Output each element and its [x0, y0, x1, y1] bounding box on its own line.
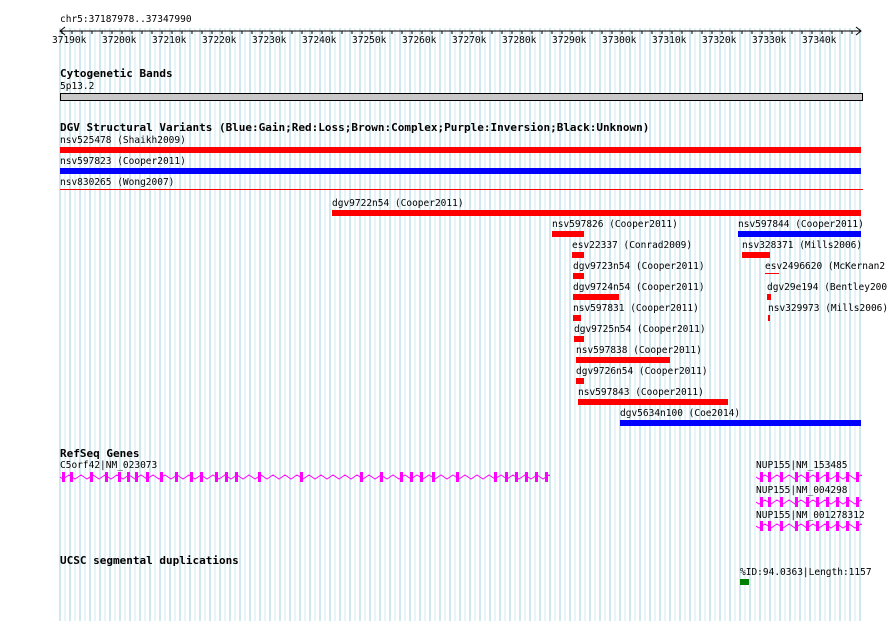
dgv-feature-label: nsv329973 (Mills2006) — [768, 303, 889, 314]
dgv-feature-label: nsv525478 (Shaikh2009) — [60, 135, 186, 146]
dgv-feature[interactable] — [332, 210, 861, 216]
dgv-feature[interactable] — [574, 336, 584, 342]
track-title-refseq: RefSeq Genes — [60, 447, 140, 460]
dgv-feature[interactable] — [573, 294, 619, 300]
ruler-tick-label: 37230k — [252, 35, 287, 46]
segdup-feature[interactable] — [740, 579, 749, 585]
ruler-tick-label: 37270k — [452, 35, 487, 46]
gene-model[interactable] — [756, 471, 862, 483]
cytoband-bar[interactable] — [60, 93, 863, 101]
dgv-feature[interactable] — [572, 252, 584, 258]
dgv-feature[interactable] — [620, 420, 861, 426]
gene-model[interactable] — [756, 520, 862, 532]
dgv-feature-label: nsv597843 (Cooper2011) — [578, 387, 704, 398]
dgv-feature[interactable] — [765, 273, 779, 274]
dgv-feature-label: nsv328371 (Mills2006) — [742, 240, 863, 251]
dgv-feature-label: dgv9723n54 (Cooper2011) — [573, 261, 705, 272]
cytoband-label: 5p13.2 — [60, 81, 95, 92]
dgv-feature-label: dgv9722n54 (Cooper2011) — [332, 198, 464, 209]
dgv-feature-label: esv22337 (Conrad2009) — [572, 240, 693, 251]
dgv-feature-label: nsv597826 (Cooper2011) — [552, 219, 678, 230]
dgv-feature[interactable] — [573, 315, 581, 321]
ruler-tick-label: 37210k — [152, 35, 187, 46]
ruler-tick-label: 37250k — [352, 35, 387, 46]
ruler-tick-label: 37190k — [52, 35, 87, 46]
dgv-feature-label: nsv597844 (Cooper2011) — [738, 219, 864, 230]
dgv-feature-label: nsv830265 (Wong2007) — [60, 177, 175, 188]
ruler-tick-label: 37310k — [652, 35, 687, 46]
dgv-feature[interactable] — [767, 294, 771, 300]
segdup-label: %ID:94.0363|Length:1157 — [740, 567, 872, 578]
ruler-tick-label: 37200k — [102, 35, 137, 46]
dgv-feature-label: nsv597823 (Cooper2011) — [60, 156, 186, 167]
dgv-feature[interactable] — [738, 231, 861, 237]
gene-model[interactable] — [60, 471, 550, 483]
dgv-feature[interactable] — [576, 357, 670, 363]
dgv-feature-label: dgv29e194 (Bentley200 — [767, 282, 888, 293]
dgv-feature[interactable] — [60, 147, 861, 153]
dgv-feature[interactable] — [60, 189, 863, 190]
ruler-tick-label: 37340k — [802, 35, 837, 46]
dgv-feature[interactable] — [60, 168, 861, 174]
track-title-segdup: UCSC segmental duplications — [60, 554, 239, 567]
dgv-feature-label: dgv9724n54 (Cooper2011) — [573, 282, 705, 293]
coordinate-readout: chr5:37187978..37347990 — [60, 14, 192, 25]
ruler-tick-label: 37220k — [202, 35, 237, 46]
dgv-feature[interactable] — [576, 378, 584, 384]
dgv-feature-label: dgv5634n100 (Coe2014) — [620, 408, 741, 419]
ruler-tick-label: 37290k — [552, 35, 587, 46]
dgv-feature[interactable] — [742, 252, 770, 258]
dgv-feature[interactable] — [552, 231, 584, 237]
dgv-feature-label: dgv9726n54 (Cooper2011) — [576, 366, 708, 377]
dgv-feature[interactable] — [578, 399, 728, 405]
track-title-dgv: DGV Structural Variants (Blue:Gain;Red:L… — [60, 121, 650, 134]
ruler-tick-label: 37320k — [702, 35, 737, 46]
dgv-feature-label: dgv9725n54 (Cooper2011) — [574, 324, 706, 335]
dgv-feature[interactable] — [768, 315, 770, 321]
gene-model[interactable] — [756, 496, 862, 508]
dgv-feature-label: nsv597831 (Cooper2011) — [573, 303, 699, 314]
ruler-tick-label: 37330k — [752, 35, 787, 46]
ruler-tick-label: 37260k — [402, 35, 437, 46]
ruler-tick-label: 37280k — [502, 35, 537, 46]
ruler-tick-label: 37300k — [602, 35, 637, 46]
dgv-feature[interactable] — [573, 273, 584, 279]
track-title-cytoband: Cytogenetic Bands — [60, 67, 173, 80]
dgv-feature-label: esv2496620 (McKernan2 — [765, 261, 886, 272]
ruler-tick-label: 37240k — [302, 35, 337, 46]
dgv-feature-label: nsv597838 (Cooper2011) — [576, 345, 702, 356]
